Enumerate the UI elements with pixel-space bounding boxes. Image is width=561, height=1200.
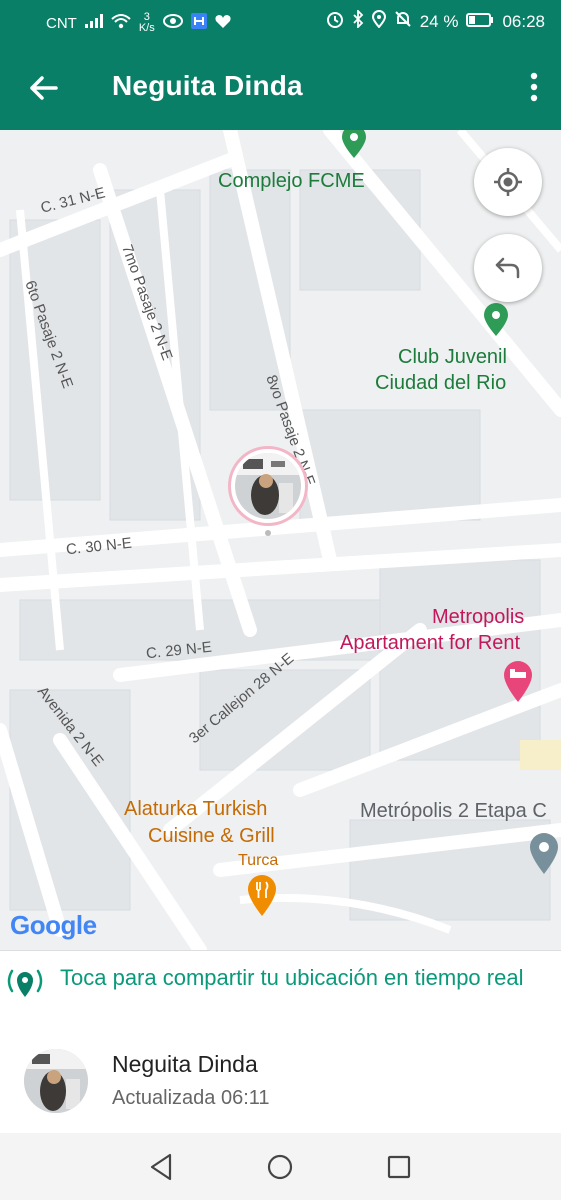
google-logo: Google bbox=[10, 910, 97, 941]
nav-home-button[interactable] bbox=[262, 1149, 298, 1185]
live-location-icon bbox=[4, 965, 46, 1006]
marker-anchor-dot bbox=[265, 530, 271, 536]
back-arrow-icon bbox=[30, 76, 58, 100]
wifi-icon bbox=[111, 13, 131, 33]
google-logo-text: Google bbox=[10, 910, 97, 940]
share-live-location-bar[interactable]: Toca para compartir tu ubicación en tiem… bbox=[0, 950, 561, 1030]
hotel-pin-icon[interactable] bbox=[502, 660, 534, 709]
triangle-back-icon bbox=[150, 1153, 172, 1181]
network-speed: 3 K/s bbox=[139, 12, 155, 34]
contact-list-item[interactable]: Neguita Dinda Actualizada 06:11 bbox=[0, 1029, 561, 1133]
alarm-icon bbox=[326, 10, 344, 33]
poi-alaturka-line2[interactable]: Cuisine & Grill bbox=[148, 825, 275, 848]
reset-view-button[interactable] bbox=[474, 234, 542, 302]
restaurant-pin-icon[interactable] bbox=[246, 874, 278, 923]
my-location-button[interactable] bbox=[474, 148, 542, 216]
back-button[interactable] bbox=[26, 70, 62, 106]
square-recents-icon bbox=[387, 1155, 411, 1179]
contact-updated-time: Actualizada 06:11 bbox=[112, 1087, 270, 1109]
battery-icon bbox=[466, 12, 494, 32]
contact-avatar[interactable] bbox=[24, 1049, 88, 1113]
poi-metropolis2[interactable]: Metrópolis 2 Etapa C bbox=[360, 800, 547, 823]
battery-percent: 24 % bbox=[419, 11, 459, 31]
poi-complejo-fcme[interactable]: Complejo FCME bbox=[218, 170, 365, 193]
signal-icon bbox=[84, 14, 103, 32]
undo-icon bbox=[495, 257, 520, 279]
poi-alaturka-line1[interactable]: Alaturka Turkish bbox=[124, 798, 267, 821]
page-title: Neguita Dinda bbox=[112, 70, 303, 101]
carrier-label: CNT bbox=[46, 14, 77, 32]
club-pin-icon[interactable] bbox=[482, 302, 510, 343]
poi-alaturka-sub: Turca bbox=[238, 852, 279, 869]
speed-unit: K/s bbox=[138, 22, 155, 34]
eye-icon bbox=[162, 14, 183, 32]
marker-avatar-photo bbox=[235, 453, 301, 519]
nav-back-button[interactable] bbox=[144, 1149, 180, 1185]
contact-name: Neguita Dinda bbox=[112, 1051, 258, 1077]
poi-metropolis-line2[interactable]: Apartament for Rent bbox=[340, 632, 520, 655]
system-navigation-bar bbox=[0, 1133, 561, 1200]
circle-home-icon bbox=[267, 1154, 293, 1180]
more-vert-icon bbox=[530, 72, 538, 102]
app-bar: Neguita Dinda bbox=[0, 44, 561, 130]
map-view[interactable]: Complejo FCME Club Juvenil Ciudad del Ri… bbox=[0, 130, 561, 950]
nav-recents-button[interactable] bbox=[381, 1149, 417, 1185]
contact-location-marker[interactable] bbox=[228, 446, 308, 526]
bluetooth-icon bbox=[352, 8, 364, 33]
location-icon bbox=[371, 10, 386, 33]
metropolis2-pin-icon[interactable] bbox=[528, 832, 560, 881]
overflow-menu-button[interactable] bbox=[525, 68, 543, 108]
poi-metropolis-line1[interactable]: Metropolis bbox=[432, 606, 524, 629]
complejo-pin-icon[interactable] bbox=[340, 130, 368, 165]
mute-icon bbox=[394, 10, 412, 33]
crosshair-icon bbox=[494, 168, 522, 196]
poi-club-line2[interactable]: Ciudad del Rio bbox=[375, 372, 506, 395]
clock: 06:28 bbox=[502, 11, 545, 31]
heart-icon bbox=[215, 14, 231, 33]
share-location-text: Toca para compartir tu ubicación en tiem… bbox=[60, 965, 524, 990]
app-notification-icon bbox=[190, 13, 207, 33]
poi-club-line1[interactable]: Club Juvenil bbox=[398, 346, 507, 369]
status-bar: CNT 3 K/s 24 % 06:28 bbox=[0, 0, 561, 44]
